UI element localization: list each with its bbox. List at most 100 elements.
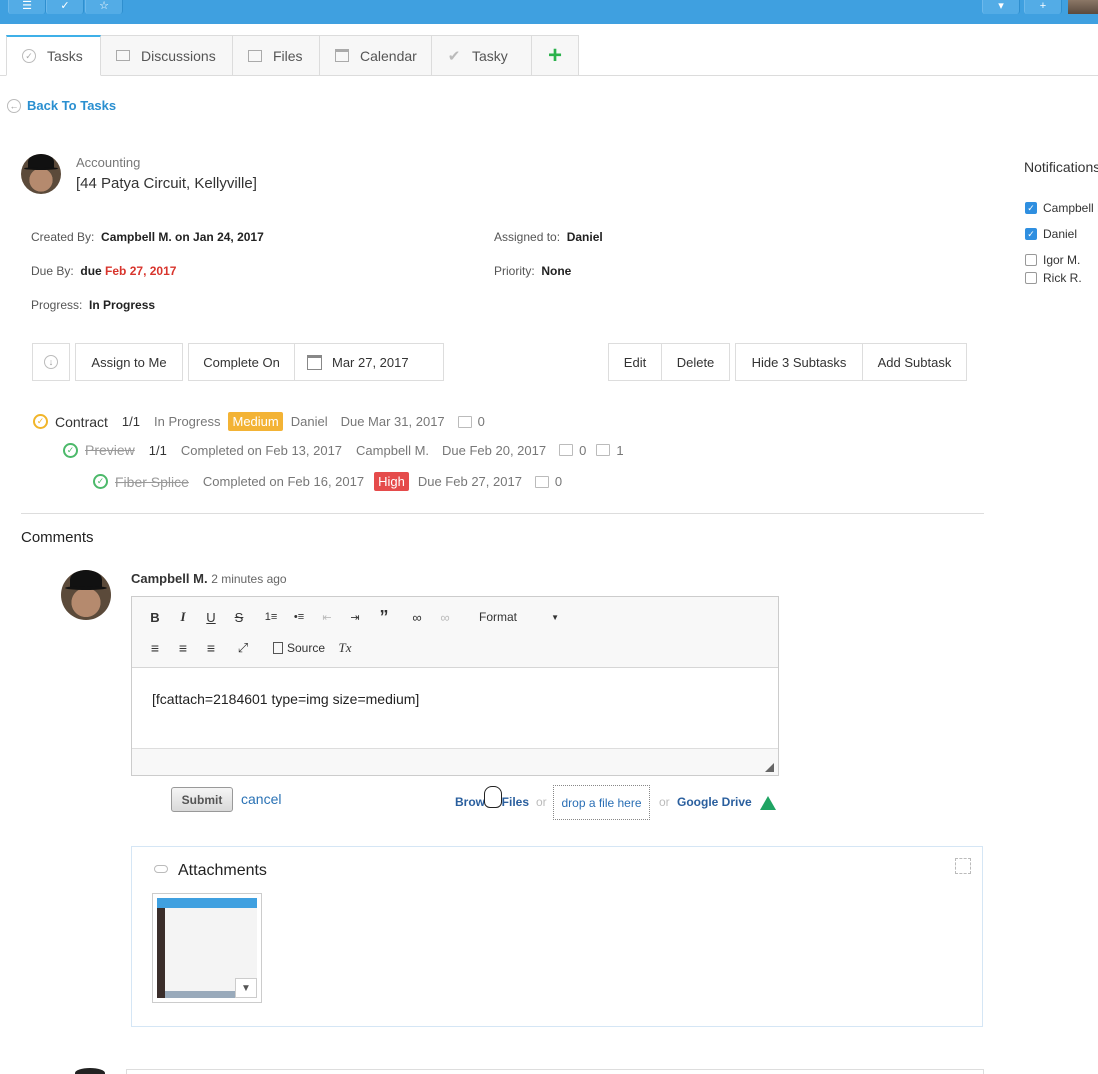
edit-button[interactable]: Edit xyxy=(609,344,662,380)
due-label: Due By: xyxy=(31,264,74,278)
top-nav-bar: ☰ ✓ ☆ ▾ + xyxy=(0,0,1098,24)
tab-label: Tasks xyxy=(47,48,83,64)
hide-subtasks-button[interactable]: Hide 3 Subtasks xyxy=(736,344,863,380)
align-right-icon[interactable]: ≡ xyxy=(203,639,219,657)
star-icon[interactable]: ☆ xyxy=(85,0,123,14)
comments-heading: Comments xyxy=(21,529,94,546)
strikethrough-icon[interactable]: S xyxy=(231,608,247,626)
comment-time: 2 minutes ago xyxy=(211,572,287,586)
indent-icon[interactable]: ⇥ xyxy=(347,608,363,626)
checkbox-checked[interactable]: ✓ xyxy=(1025,202,1037,214)
priority: Priority: None xyxy=(494,264,571,278)
paperclip-icon xyxy=(154,865,168,873)
outdent-icon[interactable]: ⇤ xyxy=(319,608,335,626)
comment-meta: Campbell M. 2 minutes ago xyxy=(131,571,287,586)
format-dropdown[interactable]: Format ▼ xyxy=(479,608,559,626)
numbered-list-icon[interactable]: 1≡ xyxy=(263,608,279,626)
progress: Progress: In Progress xyxy=(31,298,155,312)
checkbox-unchecked[interactable] xyxy=(1025,254,1037,266)
tab-tasks[interactable]: ✓ Tasks xyxy=(6,35,101,76)
check-icon[interactable]: ✓ xyxy=(46,0,84,14)
comment-count: 0 xyxy=(579,442,587,458)
menu-icon[interactable]: ☰ xyxy=(8,0,46,14)
due-date: Feb 27, 2017 xyxy=(105,264,177,278)
delete-button[interactable]: Delete xyxy=(662,344,729,380)
attachment-thumbnail[interactable]: ▼ xyxy=(152,893,262,1003)
align-left-icon[interactable]: ≡ xyxy=(147,639,163,657)
thumbnail-menu-icon[interactable]: ▼ xyxy=(235,978,257,998)
back-to-tasks-link[interactable]: ← Back To Tasks xyxy=(7,98,116,113)
expand-icon[interactable] xyxy=(955,858,971,874)
complete-on-button[interactable]: Complete On xyxy=(189,344,295,380)
notify-igor[interactable]: Igor M. xyxy=(1025,253,1080,267)
tab-label: Tasky xyxy=(472,47,508,64)
back-label: Back To Tasks xyxy=(27,98,117,113)
task-name[interactable]: Preview xyxy=(85,442,135,458)
tab-label: Files xyxy=(273,47,303,64)
google-drive-link[interactable]: Google Drive xyxy=(677,795,752,809)
editor-content[interactable]: [fcattach=2184601 type=img size=medium] xyxy=(152,691,419,707)
bullet-list-icon[interactable]: •≡ xyxy=(291,608,307,626)
plus-icon: + xyxy=(548,41,563,69)
tab-tasky[interactable]: ✔ Tasky xyxy=(432,35,532,76)
dropdown-icon[interactable]: ▾ xyxy=(982,0,1020,14)
bold-icon[interactable]: B xyxy=(147,608,163,626)
tab-discussions[interactable]: Discussions xyxy=(101,35,233,76)
tab-calendar[interactable]: Calendar xyxy=(320,35,432,76)
source-button[interactable]: Source xyxy=(269,639,329,657)
cancel-link[interactable]: cancel xyxy=(241,791,281,807)
completed-icon[interactable]: ✓ xyxy=(63,442,78,458)
drop-zone[interactable]: drop a file here xyxy=(553,785,650,820)
task-title: [44 Patya Circuit, Kellyville] xyxy=(76,175,257,192)
resize-handle-icon[interactable] xyxy=(765,763,774,772)
align-center-icon[interactable]: ≡ xyxy=(175,639,191,657)
pending-icon[interactable]: ✓ xyxy=(33,414,48,429)
task-assignee: Daniel xyxy=(290,414,328,429)
edit-delete-group: Edit Delete xyxy=(608,343,730,381)
checkbox-unchecked[interactable] xyxy=(1025,272,1037,284)
task-due: Due Feb 20, 2017 xyxy=(442,442,547,458)
next-comment-box xyxy=(126,1069,984,1074)
task-row-fiber-splice[interactable]: ✓ Fiber Splice Completed on Feb 16, 2017… xyxy=(93,472,562,491)
completed-icon[interactable]: ✓ xyxy=(93,474,108,489)
unlink-icon[interactable]: ∞ xyxy=(436,608,454,626)
link-icon[interactable]: ∞ xyxy=(408,608,426,626)
submit-button[interactable]: Submit xyxy=(171,787,233,812)
add-subtask-label: Add Subtask xyxy=(877,354,952,370)
add-subtask-button[interactable]: Add Subtask xyxy=(863,344,966,380)
owner-avatar xyxy=(21,154,61,194)
due-by: Due By: due Feb 27, 2017 xyxy=(31,264,176,278)
maximize-icon[interactable]: ⤢ xyxy=(235,639,251,657)
download-button[interactable]: ↓ xyxy=(32,343,70,381)
checkbox-checked[interactable]: ✓ xyxy=(1025,228,1037,240)
google-drive-icon[interactable] xyxy=(760,796,776,810)
assigned-value: Daniel xyxy=(566,230,603,244)
complete-date-picker[interactable]: Mar 27, 2017 xyxy=(295,344,443,380)
remove-format-icon[interactable]: Tx xyxy=(337,639,353,657)
blockquote-icon[interactable]: ” xyxy=(375,607,393,627)
task-name[interactable]: Contract xyxy=(55,414,108,430)
source-label: Source xyxy=(286,641,326,655)
format-label: Format xyxy=(479,610,518,624)
notify-daniel[interactable]: ✓ Daniel xyxy=(1025,227,1077,241)
task-row-preview[interactable]: ✓ Preview 1/1 Completed on Feb 13, 2017 … xyxy=(63,442,624,458)
comment-count: 0 xyxy=(554,474,563,489)
task-name[interactable]: Fiber Splice xyxy=(115,474,189,490)
or-text: or xyxy=(536,795,547,809)
user-avatar[interactable] xyxy=(1068,0,1098,14)
tab-files[interactable]: Files xyxy=(233,35,320,76)
task-row-contract[interactable]: ✓ Contract 1/1 In Progress Medium Daniel… xyxy=(33,412,485,431)
arrow-left-icon: ← xyxy=(7,98,21,113)
add-tab-button[interactable]: + xyxy=(532,35,580,76)
comment-editor[interactable]: B I U S 1≡ •≡ ⇤ ⇥ ” ∞ ∞ Format ▼ ≡ ≡ ≡ ⤢… xyxy=(131,596,779,776)
italic-icon[interactable]: I xyxy=(175,608,191,626)
notify-campbell[interactable]: ✓ Campbell M. xyxy=(1025,201,1098,215)
created-by-value: Campbell M. on Jan 24, 2017 xyxy=(101,230,264,244)
notify-name: Rick R. xyxy=(1043,271,1082,285)
underline-icon[interactable]: U xyxy=(203,608,219,626)
add-icon[interactable]: + xyxy=(1024,0,1062,14)
source-icon xyxy=(272,642,283,654)
assign-to-me-button[interactable]: Assign to Me xyxy=(75,343,183,381)
priority-label: Priority: xyxy=(494,264,535,278)
notify-rick[interactable]: Rick R. xyxy=(1025,271,1082,285)
